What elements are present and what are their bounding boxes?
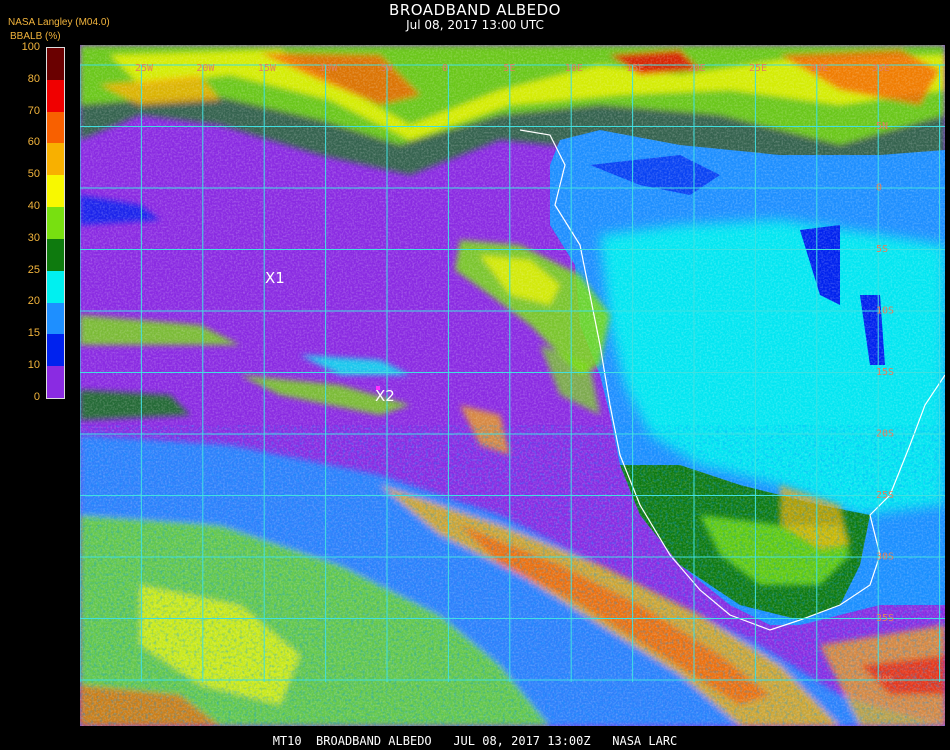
colorbar-tick-label: 0 [33, 390, 40, 403]
longitude-label: 35E [872, 63, 890, 74]
colorbar-bin [47, 334, 64, 367]
albedo-map: 25W 20W 15W 10W 5W 0 5E 10E 15E 20E 25E 30E 35E 5N 0 5S… [80, 45, 945, 726]
colorbar-bin [47, 143, 64, 176]
longitude-label: 15W [258, 63, 277, 74]
latitude-label: 40S [876, 675, 894, 686]
latitude-label: 15S [876, 367, 894, 378]
longitude-label: 5W [381, 63, 394, 74]
colorbar-tick-label: 80 [27, 72, 40, 85]
longitude-label: 10W [319, 63, 338, 74]
latitude-label: 5N [876, 121, 888, 132]
colorbar-bin [47, 270, 64, 304]
colorbar-tick-label: 50 [27, 168, 40, 181]
latitude-label: 5S [876, 244, 888, 255]
map-title: BROADBAND ALBEDO [389, 1, 561, 19]
colorbar-tick-label: 100 [21, 41, 40, 53]
colorbar-tick-label: 25 [27, 263, 40, 276]
longitude-label: 30E [810, 63, 828, 74]
colorbar-bin [47, 48, 64, 81]
latitude-label: 35S [876, 613, 894, 624]
marker-x1: X1 [265, 269, 285, 287]
longitude-label: 20W [196, 63, 215, 74]
longitude-label: 10E [565, 63, 583, 74]
colorbar-bin [47, 238, 64, 272]
agency-label: NASA Langley (M04.0) [8, 17, 110, 28]
colorbar-bin [47, 111, 64, 144]
colorbar [46, 47, 65, 399]
footer-caption: MT10 BROADBAND ALBEDO JUL 08, 2017 13:00… [272, 734, 678, 748]
latitude-label: 10S [876, 306, 894, 317]
latitude-label: 25S [876, 490, 894, 501]
colorbar-bin [47, 366, 64, 399]
colorbar-tick-label: 60 [27, 136, 40, 149]
colorbar-bin [47, 207, 64, 240]
colorbar-tick-label: 10 [27, 359, 40, 371]
longitude-label: 20E [688, 63, 706, 74]
colorbar-bin [47, 79, 64, 113]
speckle-overlay-blue [80, 425, 945, 726]
colorbar-bin [47, 302, 64, 335]
latitude-label: 20S [876, 429, 894, 440]
longitude-label: 15E [626, 63, 644, 74]
colorbar-tick-label: 40 [27, 200, 40, 212]
colorbar-tick-label: 30 [27, 231, 40, 244]
latitude-label: 30S [876, 552, 894, 563]
longitude-label: 25W [135, 63, 154, 74]
map-timestamp: Jul 08, 2017 13:00 UTC [406, 18, 544, 32]
marker-x2-dot [376, 386, 380, 390]
latitude-label: 0 [876, 183, 882, 194]
longitude-label: 0 [442, 63, 448, 74]
colorbar-tick-label: 20 [27, 295, 40, 308]
longitude-label: 25E [749, 63, 767, 74]
colorbar-tick-label: 70 [27, 104, 40, 117]
colorbar-bin [47, 175, 64, 208]
colorbar-tick-label: 15 [27, 327, 40, 340]
longitude-label: 5E [503, 63, 515, 74]
